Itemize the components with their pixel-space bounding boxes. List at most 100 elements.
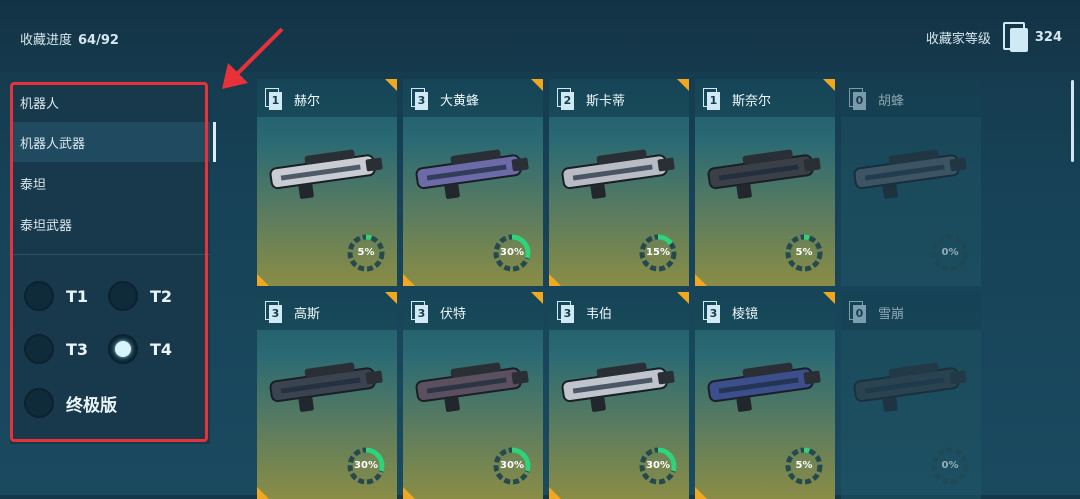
item-tier-number: 3	[269, 305, 282, 323]
weapon-image	[415, 362, 529, 412]
item-card[interactable]: 0 雪崩 0%	[841, 292, 981, 499]
tier-filter-ultimate[interactable]: 终极版	[24, 388, 117, 418]
filter-sidebar: 机器人 机器人武器 泰坦 泰坦武器 T1 T2 T3 T4 终极版	[10, 82, 216, 444]
radio-icon	[24, 334, 54, 364]
tier-badge-icon: 1	[703, 88, 721, 110]
tier-filter-t1[interactable]: T1	[24, 281, 88, 311]
tier-badge-icon: 3	[557, 301, 575, 323]
collection-progress-label: 收藏进度	[20, 33, 73, 48]
item-card[interactable]: 3 伏特 30%	[403, 292, 543, 499]
collection-progress-value: 64/92	[78, 33, 119, 48]
item-name: 棱镜	[732, 307, 759, 322]
tier-badge-icon: 2	[557, 88, 575, 110]
tier-badge-icon: 3	[265, 301, 283, 323]
category-robots[interactable]: 机器人	[10, 82, 210, 122]
weapon-image	[269, 149, 383, 199]
corner-marker-icon	[549, 274, 561, 286]
corner-marker-icon	[403, 487, 415, 499]
tier-badge-icon: 0	[849, 88, 867, 110]
weapon-image	[415, 149, 529, 199]
item-progress-label: 5%	[357, 247, 375, 258]
radio-checked-icon	[108, 334, 138, 364]
weapon-image	[561, 362, 675, 412]
item-progress-label: 5%	[795, 460, 813, 471]
item-tier-number: 3	[415, 92, 428, 110]
item-progress-label: 30%	[500, 460, 524, 471]
tier-badge-icon: 3	[411, 301, 429, 323]
item-name: 斯奈尔	[732, 94, 772, 109]
radio-icon	[24, 281, 54, 311]
item-card[interactable]: 1 赫尔 5%	[257, 79, 397, 286]
collector-level-value: 324	[1034, 29, 1062, 45]
corner-marker-icon	[823, 292, 835, 304]
tier-badge-icon: 3	[703, 301, 721, 323]
cards-icon	[1002, 22, 1029, 52]
item-progress-label: 15%	[646, 247, 670, 258]
collection-progress: 收藏进度 64/92	[20, 29, 119, 48]
tier-badge-icon: 3	[411, 88, 429, 110]
tier-label: T4	[150, 339, 173, 359]
corner-marker-icon	[695, 274, 707, 286]
tier-filter-t3[interactable]: T3	[24, 334, 88, 364]
category-robot-weapons[interactable]: 机器人武器	[10, 122, 216, 162]
item-name: 胡蜂	[878, 94, 905, 109]
tier-label: T2	[150, 286, 173, 306]
item-name: 赫尔	[294, 94, 321, 109]
corner-marker-icon	[257, 274, 269, 286]
item-name: 伏特	[440, 307, 467, 322]
radio-icon	[24, 388, 54, 418]
item-progress-label: 5%	[795, 247, 813, 258]
corner-marker-icon	[257, 487, 269, 499]
corner-marker-icon	[823, 79, 835, 91]
corner-marker-icon	[385, 292, 397, 304]
corner-marker-icon	[531, 292, 543, 304]
corner-marker-icon	[385, 79, 397, 91]
item-name: 大黄蜂	[440, 94, 480, 109]
item-progress-label: 30%	[354, 460, 378, 471]
tier-label: T1	[66, 286, 89, 306]
corner-marker-icon	[531, 79, 543, 91]
item-card[interactable]: 3 大黄蜂 30%	[403, 79, 543, 286]
category-titans[interactable]: 泰坦	[10, 163, 210, 203]
item-tier-number: 3	[561, 305, 574, 323]
item-name: 斯卡蒂	[586, 94, 626, 109]
item-progress-label: 30%	[646, 460, 670, 471]
tier-label: T3	[66, 339, 89, 359]
item-tier-number: 3	[415, 305, 428, 323]
corner-marker-icon	[403, 274, 415, 286]
item-tier-number: 2	[561, 92, 574, 110]
item-progress-label: 0%	[941, 460, 959, 471]
item-tier-number: 1	[269, 92, 282, 110]
corner-marker-icon	[677, 79, 689, 91]
weapon-image	[707, 362, 821, 412]
item-progress-label: 30%	[500, 247, 524, 258]
tier-filter-t4[interactable]: T4	[108, 334, 172, 364]
item-tier-number: 0	[853, 305, 866, 323]
item-card[interactable]: 0 胡蜂 0%	[841, 79, 981, 286]
item-tier-number: 3	[707, 305, 720, 323]
item-tier-number: 1	[707, 92, 720, 110]
item-card[interactable]: 2 斯卡蒂 15%	[549, 79, 689, 286]
corner-marker-icon	[677, 292, 689, 304]
collector-level: 收藏家等级 324	[926, 22, 1062, 52]
weapon-image	[269, 362, 383, 412]
radio-icon	[108, 281, 138, 311]
corner-marker-icon	[549, 487, 561, 499]
item-card[interactable]: 3 高斯 30%	[257, 292, 397, 499]
weapon-image	[853, 362, 967, 412]
scrollbar[interactable]	[1071, 80, 1074, 162]
item-name: 雪崩	[878, 307, 905, 322]
top-bar: 收藏进度 64/92 收藏家等级 324	[0, 0, 1080, 72]
category-titan-weapons[interactable]: 泰坦武器	[10, 204, 210, 244]
item-card[interactable]: 1 斯奈尔 5%	[695, 79, 835, 286]
sidebar-divider	[10, 254, 210, 255]
collector-level-label: 收藏家等级	[925, 31, 991, 47]
weapon-image	[561, 149, 675, 199]
item-tier-number: 0	[853, 92, 866, 110]
tier-filter-t2[interactable]: T2	[108, 281, 172, 311]
tier-badge-icon: 1	[265, 88, 283, 110]
item-card[interactable]: 3 棱镜 5%	[695, 292, 835, 499]
item-card[interactable]: 3 韦伯 30%	[549, 292, 689, 499]
corner-marker-icon	[695, 487, 707, 499]
tier-label: 终极版	[66, 395, 117, 416]
